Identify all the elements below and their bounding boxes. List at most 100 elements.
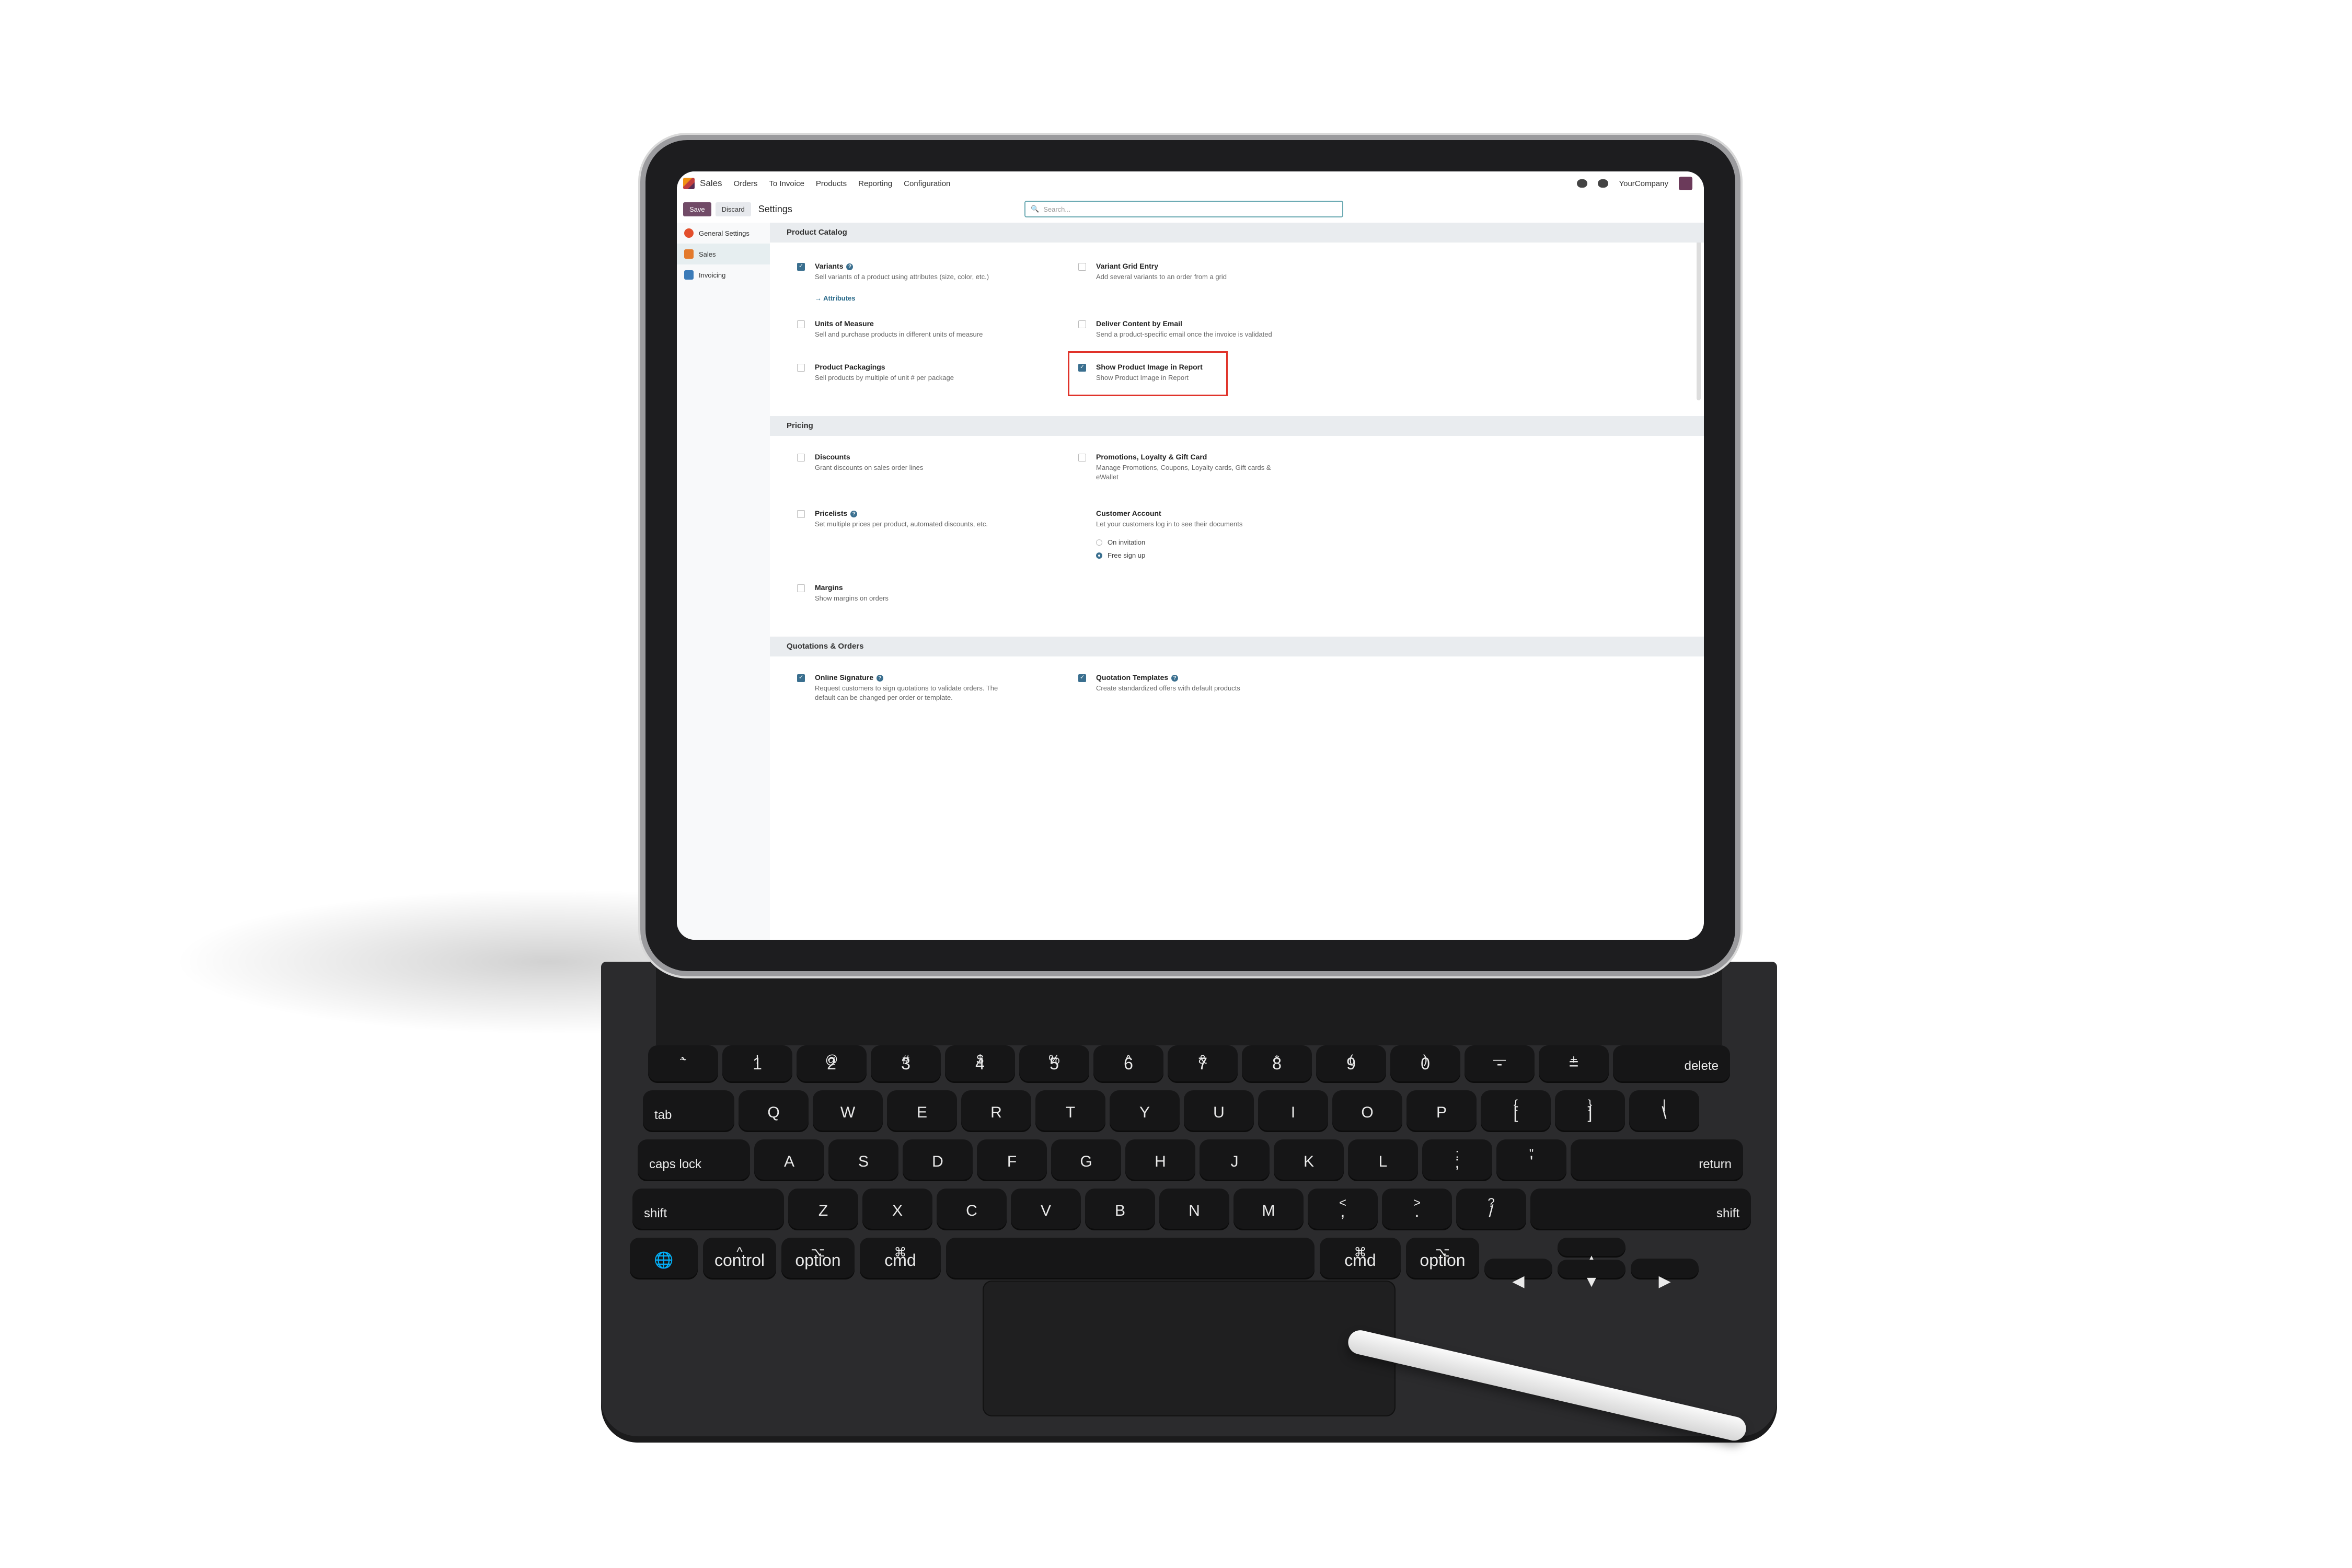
pricelists-checkbox[interactable] xyxy=(797,510,805,518)
menu-to-invoice[interactable]: To Invoice xyxy=(769,179,804,188)
key-x[interactable]: X xyxy=(862,1189,932,1230)
sidebar-item-general[interactable]: General Settings xyxy=(677,223,770,244)
sales-app-icon[interactable] xyxy=(683,178,695,189)
key-bracket-1[interactable]: }] xyxy=(1555,1090,1625,1132)
key-a[interactable]: A xyxy=(754,1139,824,1181)
key-n[interactable]: N xyxy=(1159,1189,1229,1230)
key-arrow-up[interactable]: ▲ xyxy=(1558,1238,1625,1269)
key-e[interactable]: E xyxy=(887,1090,957,1132)
key-t[interactable]: T xyxy=(1035,1090,1105,1132)
key-return[interactable]: return xyxy=(1571,1139,1743,1181)
key-k[interactable]: K xyxy=(1274,1139,1344,1181)
key-o[interactable]: O xyxy=(1332,1090,1402,1132)
key-arrow-right[interactable]: ▶ xyxy=(1631,1259,1699,1290)
menu-configuration[interactable]: Configuration xyxy=(904,179,950,188)
app-name[interactable]: Sales xyxy=(700,178,722,189)
key-cmd-left[interactable]: ⌘ cmd xyxy=(860,1238,941,1279)
sidebar-item-invoicing[interactable]: Invoicing xyxy=(677,264,770,285)
key-=[interactable]: + = xyxy=(1539,1045,1609,1083)
key-r[interactable]: R xyxy=(961,1090,1031,1132)
key-tab[interactable]: tab xyxy=(643,1090,734,1132)
discard-button[interactable]: Discard xyxy=(715,202,751,216)
quotation-templates-checkbox[interactable] xyxy=(1078,674,1086,682)
help-icon[interactable]: ? xyxy=(1171,674,1179,682)
online-signature-checkbox[interactable] xyxy=(797,674,805,682)
key-9[interactable]: (9 xyxy=(1316,1045,1386,1083)
radio-free-signup[interactable]: Free sign up xyxy=(1096,551,1298,559)
menu-products[interactable]: Products xyxy=(816,179,847,188)
key-shift-right[interactable]: shift xyxy=(1530,1189,1751,1230)
key-2[interactable]: @2 xyxy=(797,1045,867,1083)
key-j[interactable]: J xyxy=(1200,1139,1270,1181)
help-icon[interactable]: ? xyxy=(877,674,884,682)
trackpad[interactable] xyxy=(983,1281,1396,1416)
key-z[interactable]: Z xyxy=(788,1189,858,1230)
key-i[interactable]: I xyxy=(1258,1090,1328,1132)
key-v[interactable]: V xyxy=(1011,1189,1081,1230)
sidebar-item-sales[interactable]: Sales xyxy=(677,244,770,264)
key-5[interactable]: % 5 xyxy=(1019,1045,1089,1083)
uom-checkbox[interactable] xyxy=(797,320,805,328)
key-space[interactable] xyxy=(946,1238,1315,1279)
key-sym-2[interactable]: ? / xyxy=(1456,1189,1526,1230)
key-option-right[interactable]: ⌥ option xyxy=(1406,1238,1479,1279)
key-h[interactable]: H xyxy=(1125,1139,1195,1181)
key-y[interactable]: Y xyxy=(1110,1090,1180,1132)
key-w[interactable]: W xyxy=(813,1090,883,1132)
key-sym-0[interactable]: <, xyxy=(1308,1189,1378,1230)
key-delete[interactable]: delete xyxy=(1613,1045,1730,1083)
menu-reporting[interactable]: Reporting xyxy=(858,179,892,188)
chat-icon[interactable] xyxy=(1577,179,1588,188)
key-u[interactable]: U xyxy=(1184,1090,1254,1132)
key-0[interactable]: ) 0 xyxy=(1390,1045,1460,1083)
key-sym-1[interactable]: >. xyxy=(1382,1189,1452,1230)
search-input[interactable]: 🔍 Search... xyxy=(1024,201,1343,217)
key-g[interactable]: G xyxy=(1051,1139,1121,1181)
key-3[interactable]: #3 xyxy=(871,1045,941,1083)
key-cmd-right[interactable]: ⌘ cmd xyxy=(1320,1238,1401,1279)
key-q[interactable]: Q xyxy=(739,1090,809,1132)
key-option-left[interactable]: ⌥ option xyxy=(781,1238,855,1279)
key-shift-left[interactable]: shift xyxy=(632,1189,784,1230)
variant-grid-checkbox[interactable] xyxy=(1078,263,1086,271)
help-icon[interactable]: ? xyxy=(846,263,854,270)
key-b[interactable]: B xyxy=(1085,1189,1155,1230)
key-c[interactable]: C xyxy=(937,1189,1007,1230)
variants-checkbox[interactable] xyxy=(797,262,805,271)
company-name[interactable]: YourCompany xyxy=(1619,179,1668,188)
key-l[interactable]: L xyxy=(1348,1139,1418,1181)
key--[interactable]: — - xyxy=(1465,1045,1535,1083)
key-s[interactable]: S xyxy=(828,1139,898,1181)
promotions-checkbox[interactable] xyxy=(1078,454,1086,462)
key-control[interactable]: ^ control xyxy=(703,1238,776,1279)
key-m[interactable]: M xyxy=(1233,1189,1304,1230)
key-1[interactable]: ! 1 xyxy=(722,1045,792,1083)
key-caps-lock[interactable]: caps lock xyxy=(638,1139,750,1181)
scrollbar[interactable] xyxy=(1697,228,1701,400)
key-bracket-0[interactable]: {[ xyxy=(1481,1090,1551,1132)
margins-checkbox[interactable] xyxy=(797,584,805,592)
packagings-checkbox[interactable] xyxy=(797,364,805,372)
key-punct-1[interactable]: " ' xyxy=(1496,1139,1566,1181)
key-p[interactable]: P xyxy=(1406,1090,1477,1132)
radio-on-invitation[interactable]: On invitation xyxy=(1096,538,1298,546)
menu-orders[interactable]: Orders xyxy=(734,179,758,188)
key-globe[interactable]: 🌐 xyxy=(630,1238,698,1279)
key-`[interactable]: ~ ` xyxy=(648,1045,718,1083)
attributes-link[interactable]: → Attributes xyxy=(815,294,1017,302)
key-arrow-down[interactable]: ▼ xyxy=(1558,1260,1625,1290)
avatar[interactable] xyxy=(1679,177,1692,190)
discounts-checkbox[interactable] xyxy=(797,454,805,462)
key-8[interactable]: * 8 xyxy=(1242,1045,1312,1083)
key-arrow-left[interactable]: ◀ xyxy=(1484,1259,1552,1290)
key-7[interactable]: & 7 xyxy=(1168,1045,1238,1083)
key-punct-0[interactable]: :; xyxy=(1422,1139,1492,1181)
key-4[interactable]: $4 xyxy=(945,1045,1015,1083)
save-button[interactable]: Save xyxy=(683,202,711,216)
help-icon[interactable]: ? xyxy=(850,510,858,517)
key-f[interactable]: F xyxy=(977,1139,1047,1181)
activity-icon[interactable] xyxy=(1598,179,1609,188)
key-6[interactable]: ^ 6 xyxy=(1093,1045,1163,1083)
deliver-content-checkbox[interactable] xyxy=(1078,320,1086,328)
key-bracket-2[interactable]: | \ xyxy=(1629,1090,1699,1132)
